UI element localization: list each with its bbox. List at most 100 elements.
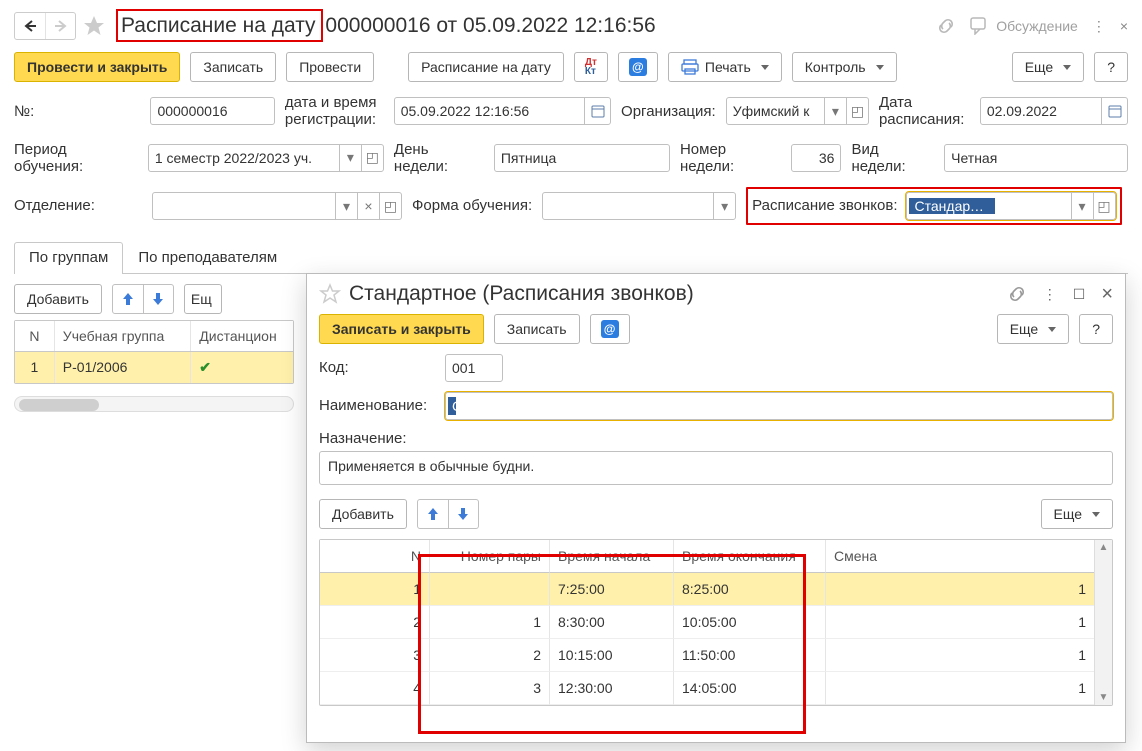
chevron-down-icon[interactable]: ▾ — [1071, 193, 1093, 219]
nav-forward-button[interactable] — [45, 13, 75, 39]
open-icon[interactable]: ◰ — [379, 193, 401, 219]
post-button[interactable]: Провести — [286, 52, 374, 82]
bells-input[interactable]: Стандартное ▾ ◰ — [906, 192, 1116, 220]
table-row[interactable]: 1 Р-01/2006 ✔ — [15, 352, 293, 383]
close-icon[interactable]: × — [1101, 283, 1113, 306]
cell-start: 12:30:00 — [550, 672, 674, 705]
favorite-star-icon[interactable] — [82, 14, 106, 38]
code-input[interactable]: 001 — [445, 354, 503, 382]
nav-back-button[interactable] — [15, 13, 45, 39]
clear-icon[interactable]: × — [357, 193, 379, 219]
help-button[interactable]: ? — [1094, 52, 1128, 82]
write-button[interactable]: Записать — [190, 52, 276, 82]
calendar-icon[interactable] — [1101, 98, 1127, 124]
modal-save-close-button[interactable]: Записать и закрыть — [319, 314, 484, 344]
calendar-icon[interactable] — [584, 98, 610, 124]
bells-label: Расписание звонков: — [752, 197, 897, 214]
weektype-input[interactable]: Четная — [944, 144, 1128, 172]
name-input[interactable]: Стандартное — [445, 392, 1113, 420]
chevron-down-icon[interactable]: ▾ — [335, 193, 357, 219]
link-icon[interactable] — [936, 16, 956, 36]
cell-shift: 1 — [826, 672, 1094, 705]
cell-shift: 1 — [826, 606, 1094, 639]
cell-n: 3 — [320, 639, 430, 672]
table-row[interactable]: 218:30:0010:05:001 — [320, 606, 1094, 639]
eduform-input[interactable]: ▾ — [542, 192, 736, 220]
modal-email-button[interactable]: @ — [590, 314, 630, 344]
chevron-down-icon[interactable]: ▾ — [713, 193, 735, 219]
move-up-icon[interactable] — [418, 500, 448, 528]
cell-shift: 1 — [826, 639, 1094, 672]
col-dist[interactable]: Дистанцион — [191, 321, 293, 351]
move-down-icon[interactable] — [448, 500, 478, 528]
modal-more-button[interactable]: Еще — [997, 314, 1070, 344]
move-arrows[interactable] — [112, 284, 174, 314]
tab-groups[interactable]: По группам — [14, 242, 123, 274]
cell-pair: 1 — [430, 606, 550, 639]
col-n[interactable]: N — [320, 540, 430, 573]
discussion-button[interactable]: Обсуждение — [970, 17, 1078, 35]
regdate-input[interactable]: 05.09.2022 12:16:56 — [394, 97, 611, 125]
modal-write-button[interactable]: Записать — [494, 314, 580, 344]
link-icon[interactable] — [1007, 284, 1027, 304]
col-end[interactable]: Время окончания — [674, 540, 826, 573]
modal-add-button[interactable]: Добавить — [319, 499, 407, 529]
dept-label: Отделение: — [14, 197, 142, 214]
more-sub-button[interactable]: Ещ — [184, 284, 222, 314]
table-row[interactable]: 4312:30:0014:05:001 — [320, 672, 1094, 705]
bells-highlight: Расписание звонков: Стандартное ▾ ◰ — [746, 187, 1121, 225]
favorite-star-icon[interactable] — [319, 283, 341, 305]
more-button[interactable]: Еще — [1012, 52, 1085, 82]
weeknum-label: Номер недели: — [680, 141, 781, 176]
org-input[interactable]: Уфимский к ▾ ◰ — [726, 97, 869, 125]
email-button[interactable]: @ — [618, 52, 658, 82]
col-start[interactable]: Время начала — [550, 540, 674, 573]
open-icon[interactable]: ◰ — [846, 98, 868, 124]
tab-teachers[interactable]: По преподавателям — [123, 242, 292, 274]
chevron-down-icon[interactable]: ▾ — [339, 145, 361, 171]
schedule-date-button[interactable]: Расписание на дату — [408, 52, 564, 82]
purpose-input[interactable]: Применяется в обычные будни. — [319, 451, 1113, 485]
chevron-down-icon[interactable]: ▾ — [824, 98, 846, 124]
print-button[interactable]: Печать — [668, 52, 782, 82]
dtkt-button[interactable]: ДтКт — [574, 52, 608, 82]
more-dots-icon[interactable]: ⋮ — [1092, 18, 1106, 35]
modal-table-more-button[interactable]: Еще — [1041, 499, 1114, 529]
modal-move-arrows[interactable] — [417, 499, 479, 529]
open-icon[interactable]: ◰ — [1093, 193, 1115, 219]
move-up-icon[interactable] — [113, 285, 143, 313]
period-input[interactable]: 1 семестр 2022/2023 уч. ▾ ◰ — [148, 144, 384, 172]
modal-title: Стандартное (Расписания звонков) — [349, 282, 694, 306]
weeknum-input[interactable]: 36 — [791, 144, 841, 172]
print-label: Печать — [705, 59, 751, 75]
h-scrollbar[interactable] — [14, 396, 294, 412]
dept-input[interactable]: ▾ × ◰ — [152, 192, 402, 220]
add-button[interactable]: Добавить — [14, 284, 102, 314]
sched-date-input[interactable]: 02.09.2022 — [980, 97, 1128, 125]
control-button[interactable]: Контроль — [792, 52, 897, 82]
table-row[interactable]: 3210:15:0011:50:001 — [320, 639, 1094, 672]
v-scrollbar[interactable]: ▲ ▼ — [1094, 540, 1112, 705]
bells-schedule-modal: Стандартное (Расписания звонков) ⋮ ☐ × З… — [306, 273, 1126, 743]
table-row[interactable]: 17:25:008:25:001 — [320, 573, 1094, 606]
scroll-down-icon[interactable]: ▼ — [1099, 692, 1109, 703]
cell-end: 8:25:00 — [674, 573, 826, 606]
post-and-close-button[interactable]: Провести и закрыть — [14, 52, 180, 82]
day-input[interactable]: Пятница — [494, 144, 670, 172]
cell-end: 14:05:00 — [674, 672, 826, 705]
number-input[interactable]: 000000016 — [150, 97, 274, 125]
col-shift[interactable]: Смена — [826, 540, 1094, 573]
col-group[interactable]: Учебная группа — [55, 321, 191, 351]
open-icon[interactable]: ◰ — [361, 145, 383, 171]
cell-n: 1 — [320, 573, 430, 606]
col-n[interactable]: N — [15, 321, 55, 351]
close-icon[interactable]: × — [1120, 18, 1128, 34]
maximize-icon[interactable]: ☐ — [1073, 286, 1086, 303]
modal-help-button[interactable]: ? — [1079, 314, 1113, 344]
scroll-up-icon[interactable]: ▲ — [1099, 542, 1109, 553]
col-pair[interactable]: Номер пары — [430, 540, 550, 573]
nav-history[interactable] — [14, 12, 76, 40]
more-dots-icon[interactable]: ⋮ — [1043, 286, 1057, 303]
move-down-icon[interactable] — [143, 285, 173, 313]
discussion-label: Обсуждение — [996, 18, 1078, 34]
